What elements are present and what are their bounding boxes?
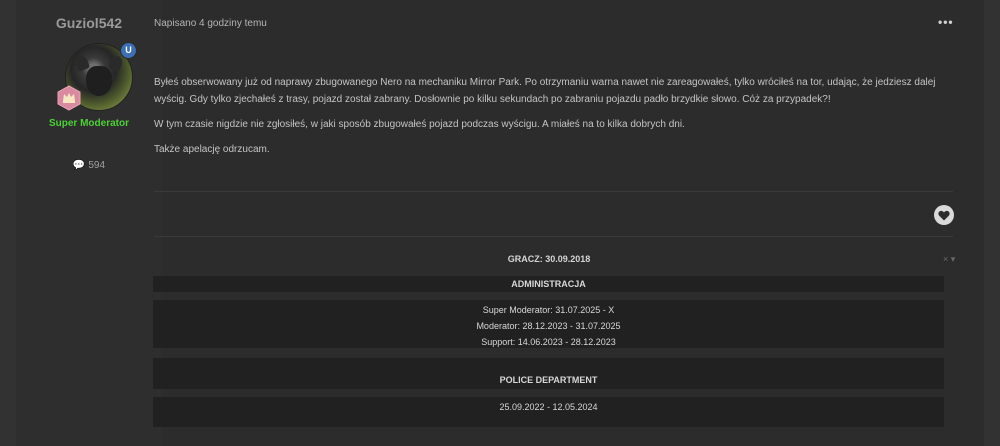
rank-badge-icon: U [120,42,137,59]
hide-signature-button[interactable]: × ▾ [943,254,955,265]
role-crown-icon [57,85,81,111]
avatar-ear [107,54,125,72]
admin-role-line: Support: 14.06.2023 - 28.12.2023 [481,337,616,347]
post-paragraph: W tym czasie nigdzie nie zgłosiłeś, w ja… [154,119,685,130]
pd-dates-box: 25.09.2022 - 12.05.2024 [153,397,944,427]
post-content: Byłeś obserwowany już od naprawy zbugowa… [154,74,952,166]
like-button[interactable] [934,205,954,225]
signature-title: GRACZ: 30.09.2018 [507,254,591,264]
post-timestamp: Napisano 4 godziny temu [154,18,267,29]
pd-dates: 25.09.2022 - 12.05.2024 [499,402,598,412]
avatar-ear [73,54,91,72]
post-count-value: 594 [88,160,106,171]
signature-divider [154,236,953,237]
pd-header: POLICE DEPARTMENT [499,375,598,385]
admin-header-box: ADMINISTRACJA [153,276,944,292]
admin-roles-box: Super Moderator: 31.07.2025 - X Moderato… [153,300,944,348]
post-paragraph: Także apelację odrzucam. [154,144,270,155]
author-panel: Guziol542 U Super Moderator 💬 594 [16,0,162,446]
admin-header: ADMINISTRACJA [511,279,586,289]
author-role-title: Super Moderator [48,118,129,129]
post-paragraph: Byłeś obserwowany już od naprawy zbugowa… [154,77,936,105]
pd-header-box: POLICE DEPARTMENT [153,358,944,389]
post-more-menu-button[interactable]: ••• [938,15,954,29]
content-divider [154,191,953,192]
avatar-boar-head [86,66,112,96]
author-username[interactable]: Guziol542 [16,15,162,31]
admin-role-line: Super Moderator: 31.07.2025 - X [482,305,615,315]
comment-bubble-icon: 💬 [72,160,86,171]
admin-role-line: Moderator: 28.12.2023 - 31.07.2025 [476,321,621,331]
author-post-count: 💬 594 [16,160,162,171]
heart-icon [938,210,950,220]
